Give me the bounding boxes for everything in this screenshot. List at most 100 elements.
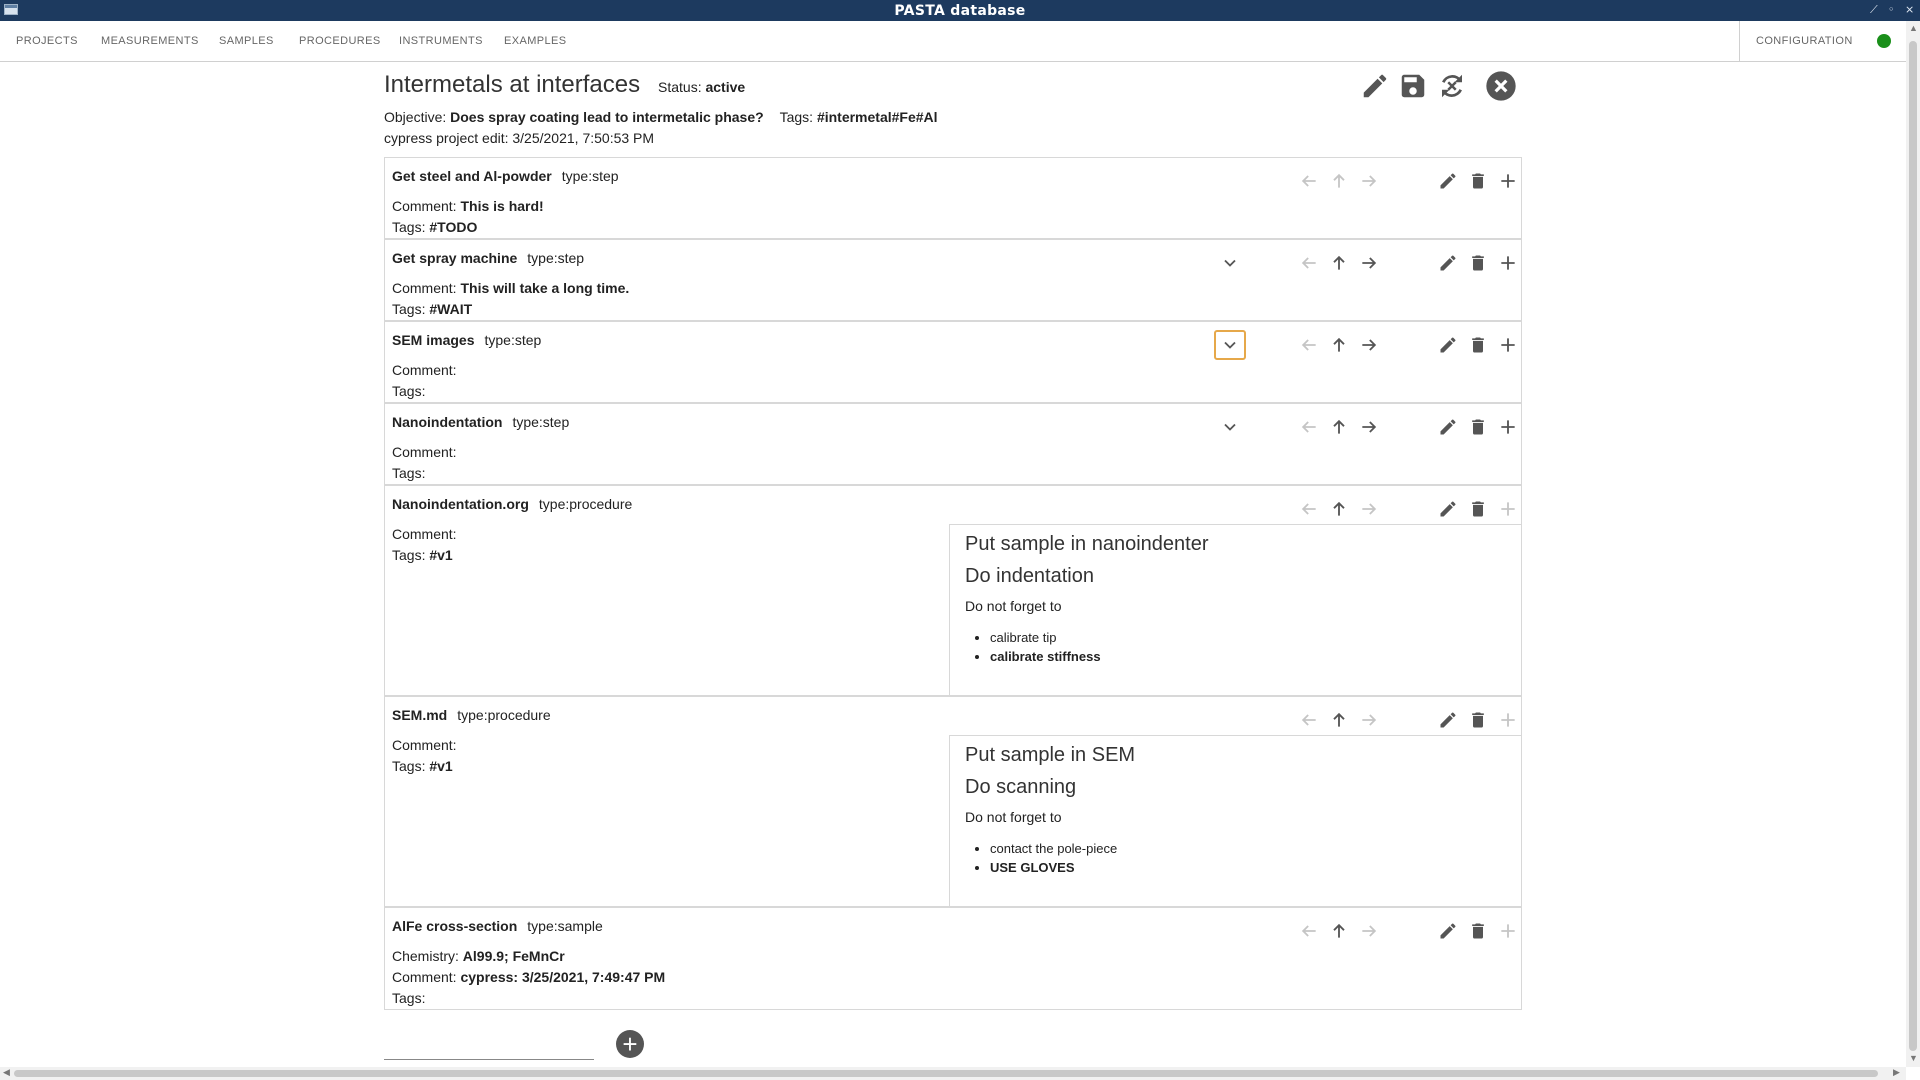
edit-item-button[interactable]: [1435, 918, 1461, 944]
scroll-thumb[interactable]: [14, 1070, 1878, 1077]
edit-item-button[interactable]: [1435, 168, 1461, 194]
add-child-button[interactable]: [1495, 414, 1521, 440]
arrow-up-icon: [1333, 419, 1345, 434]
delete-item-button[interactable]: [1465, 414, 1491, 440]
plus-icon: [1501, 502, 1515, 516]
move-left-button[interactable]: [1296, 496, 1322, 522]
plus-icon: [1501, 256, 1515, 270]
edit-icon: [1440, 923, 1456, 939]
move-right-button[interactable]: [1356, 918, 1382, 944]
edit-icon: [1363, 74, 1387, 98]
edit-item-button[interactable]: [1435, 707, 1461, 733]
tab-configuration[interactable]: CONFIGURATION: [1756, 21, 1853, 61]
item-header: SEM images type:step: [392, 332, 542, 348]
new-item-input[interactable]: [384, 1058, 594, 1060]
chevron-down-icon: [1224, 423, 1236, 431]
delete-item-button[interactable]: [1465, 332, 1491, 358]
edit-item-button[interactable]: [1435, 414, 1461, 440]
move-left-button[interactable]: [1296, 707, 1322, 733]
add-child-button[interactable]: [1495, 707, 1521, 733]
add-child-button[interactable]: [1495, 332, 1521, 358]
item-tags: Tags:: [392, 383, 426, 399]
add-child-button[interactable]: [1495, 918, 1521, 944]
move-up-button[interactable]: [1326, 414, 1352, 440]
expand-button[interactable]: [1214, 330, 1246, 360]
edit-icon: [1440, 712, 1456, 728]
move-right-button[interactable]: [1356, 332, 1382, 358]
item-comment: Comment:: [392, 526, 457, 542]
move-left-button[interactable]: [1296, 168, 1322, 194]
trash-icon: [1472, 712, 1484, 728]
plus-icon: [1501, 924, 1515, 938]
tab-instruments[interactable]: INSTRUMENTS: [399, 21, 483, 61]
move-left-button[interactable]: [1296, 918, 1322, 944]
edit-project-button[interactable]: [1359, 70, 1391, 102]
move-up-button[interactable]: [1326, 250, 1352, 276]
delete-item-button[interactable]: [1465, 250, 1491, 276]
refresh-project-button[interactable]: [1436, 70, 1468, 102]
move-left-button[interactable]: [1296, 332, 1322, 358]
maximize-icon[interactable]: ◦: [1888, 3, 1895, 16]
delete-item-button[interactable]: [1465, 168, 1491, 194]
item-tags: Tags:: [392, 990, 426, 1006]
move-up-button[interactable]: [1326, 168, 1352, 194]
item-tags: Tags: #TODO: [392, 219, 478, 235]
scroll-left-icon[interactable]: ◀: [3, 1067, 10, 1078]
arrow-left-icon: [1301, 714, 1316, 726]
item-header: AlFe cross-section type:sample: [392, 918, 603, 934]
arrow-left-icon: [1301, 175, 1316, 187]
expand-button[interactable]: [1217, 414, 1243, 440]
edit-item-button[interactable]: [1435, 332, 1461, 358]
edit-icon: [1440, 255, 1456, 271]
item-tags: Tags: #v1: [392, 547, 453, 563]
vertical-scrollbar[interactable]: ▲ ▼: [1906, 21, 1920, 1067]
tab-examples[interactable]: EXAMPLES: [504, 21, 567, 61]
minimize-icon[interactable]: ⟋: [1870, 3, 1878, 17]
trash-icon: [1472, 501, 1484, 517]
arrow-left-icon: [1301, 503, 1316, 515]
move-up-button[interactable]: [1326, 707, 1352, 733]
move-up-button[interactable]: [1326, 496, 1352, 522]
move-left-button[interactable]: [1296, 250, 1322, 276]
delete-item-button[interactable]: [1465, 918, 1491, 944]
save-project-button[interactable]: [1397, 70, 1429, 102]
add-child-button[interactable]: [1495, 168, 1521, 194]
tab-measurements[interactable]: MEASUREMENTS: [101, 21, 199, 61]
edit-item-button[interactable]: [1435, 250, 1461, 276]
arrow-left-icon: [1301, 257, 1316, 269]
tab-samples[interactable]: SAMPLES: [219, 21, 274, 61]
close-window-icon[interactable]: ⨯: [1905, 3, 1914, 16]
tab-procedures[interactable]: PROCEDURES: [299, 21, 381, 61]
add-item-button[interactable]: +: [616, 1030, 644, 1058]
move-right-button[interactable]: [1356, 496, 1382, 522]
add-child-button[interactable]: [1495, 496, 1521, 522]
move-up-button[interactable]: [1326, 332, 1352, 358]
scroll-right-icon[interactable]: ▶: [1893, 1067, 1900, 1078]
scroll-up-icon[interactable]: ▲: [1909, 23, 1918, 33]
delete-item-button[interactable]: [1465, 707, 1491, 733]
delete-item-button[interactable]: [1465, 496, 1491, 522]
trash-icon: [1472, 923, 1484, 939]
move-right-button[interactable]: [1356, 250, 1382, 276]
add-child-button[interactable]: [1495, 250, 1521, 276]
move-left-button[interactable]: [1296, 414, 1322, 440]
project-edit-info: cypress project edit: 3/25/2021, 7:50:53…: [384, 130, 655, 146]
item-header: Get spray machine type:step: [392, 250, 585, 266]
chevron-down-icon: [1224, 259, 1236, 267]
scroll-down-icon[interactable]: ▼: [1909, 1053, 1918, 1063]
move-right-button[interactable]: [1356, 707, 1382, 733]
move-up-button[interactable]: [1326, 918, 1352, 944]
move-right-button[interactable]: [1356, 168, 1382, 194]
horizontal-scrollbar[interactable]: ◀ ▶: [0, 1067, 1906, 1080]
arrow-right-icon: [1362, 175, 1377, 187]
arrow-right-icon: [1362, 339, 1377, 351]
edit-item-button[interactable]: [1435, 496, 1461, 522]
close-project-button[interactable]: [1485, 70, 1517, 102]
trash-icon: [1472, 173, 1484, 189]
item-comment: Comment: This will take a long time.: [392, 280, 630, 296]
move-right-button[interactable]: [1356, 414, 1382, 440]
tab-projects[interactable]: PROJECTS: [16, 21, 78, 61]
expand-button[interactable]: [1217, 250, 1243, 276]
scroll-thumb[interactable]: [1909, 41, 1917, 1051]
procedure-content: Put sample in SEM Do scanning Do not for…: [949, 735, 1521, 906]
